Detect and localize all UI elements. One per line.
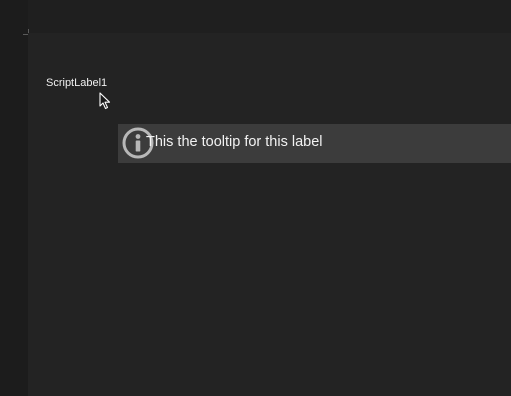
left-margin bbox=[0, 0, 28, 396]
mouse-pointer-icon bbox=[99, 92, 111, 110]
top-margin bbox=[0, 0, 511, 33]
tooltip: This the tooltip for this label bbox=[118, 124, 511, 163]
script-label[interactable]: ScriptLabel1 bbox=[46, 77, 107, 89]
tooltip-text: This the tooltip for this label bbox=[146, 134, 323, 150]
